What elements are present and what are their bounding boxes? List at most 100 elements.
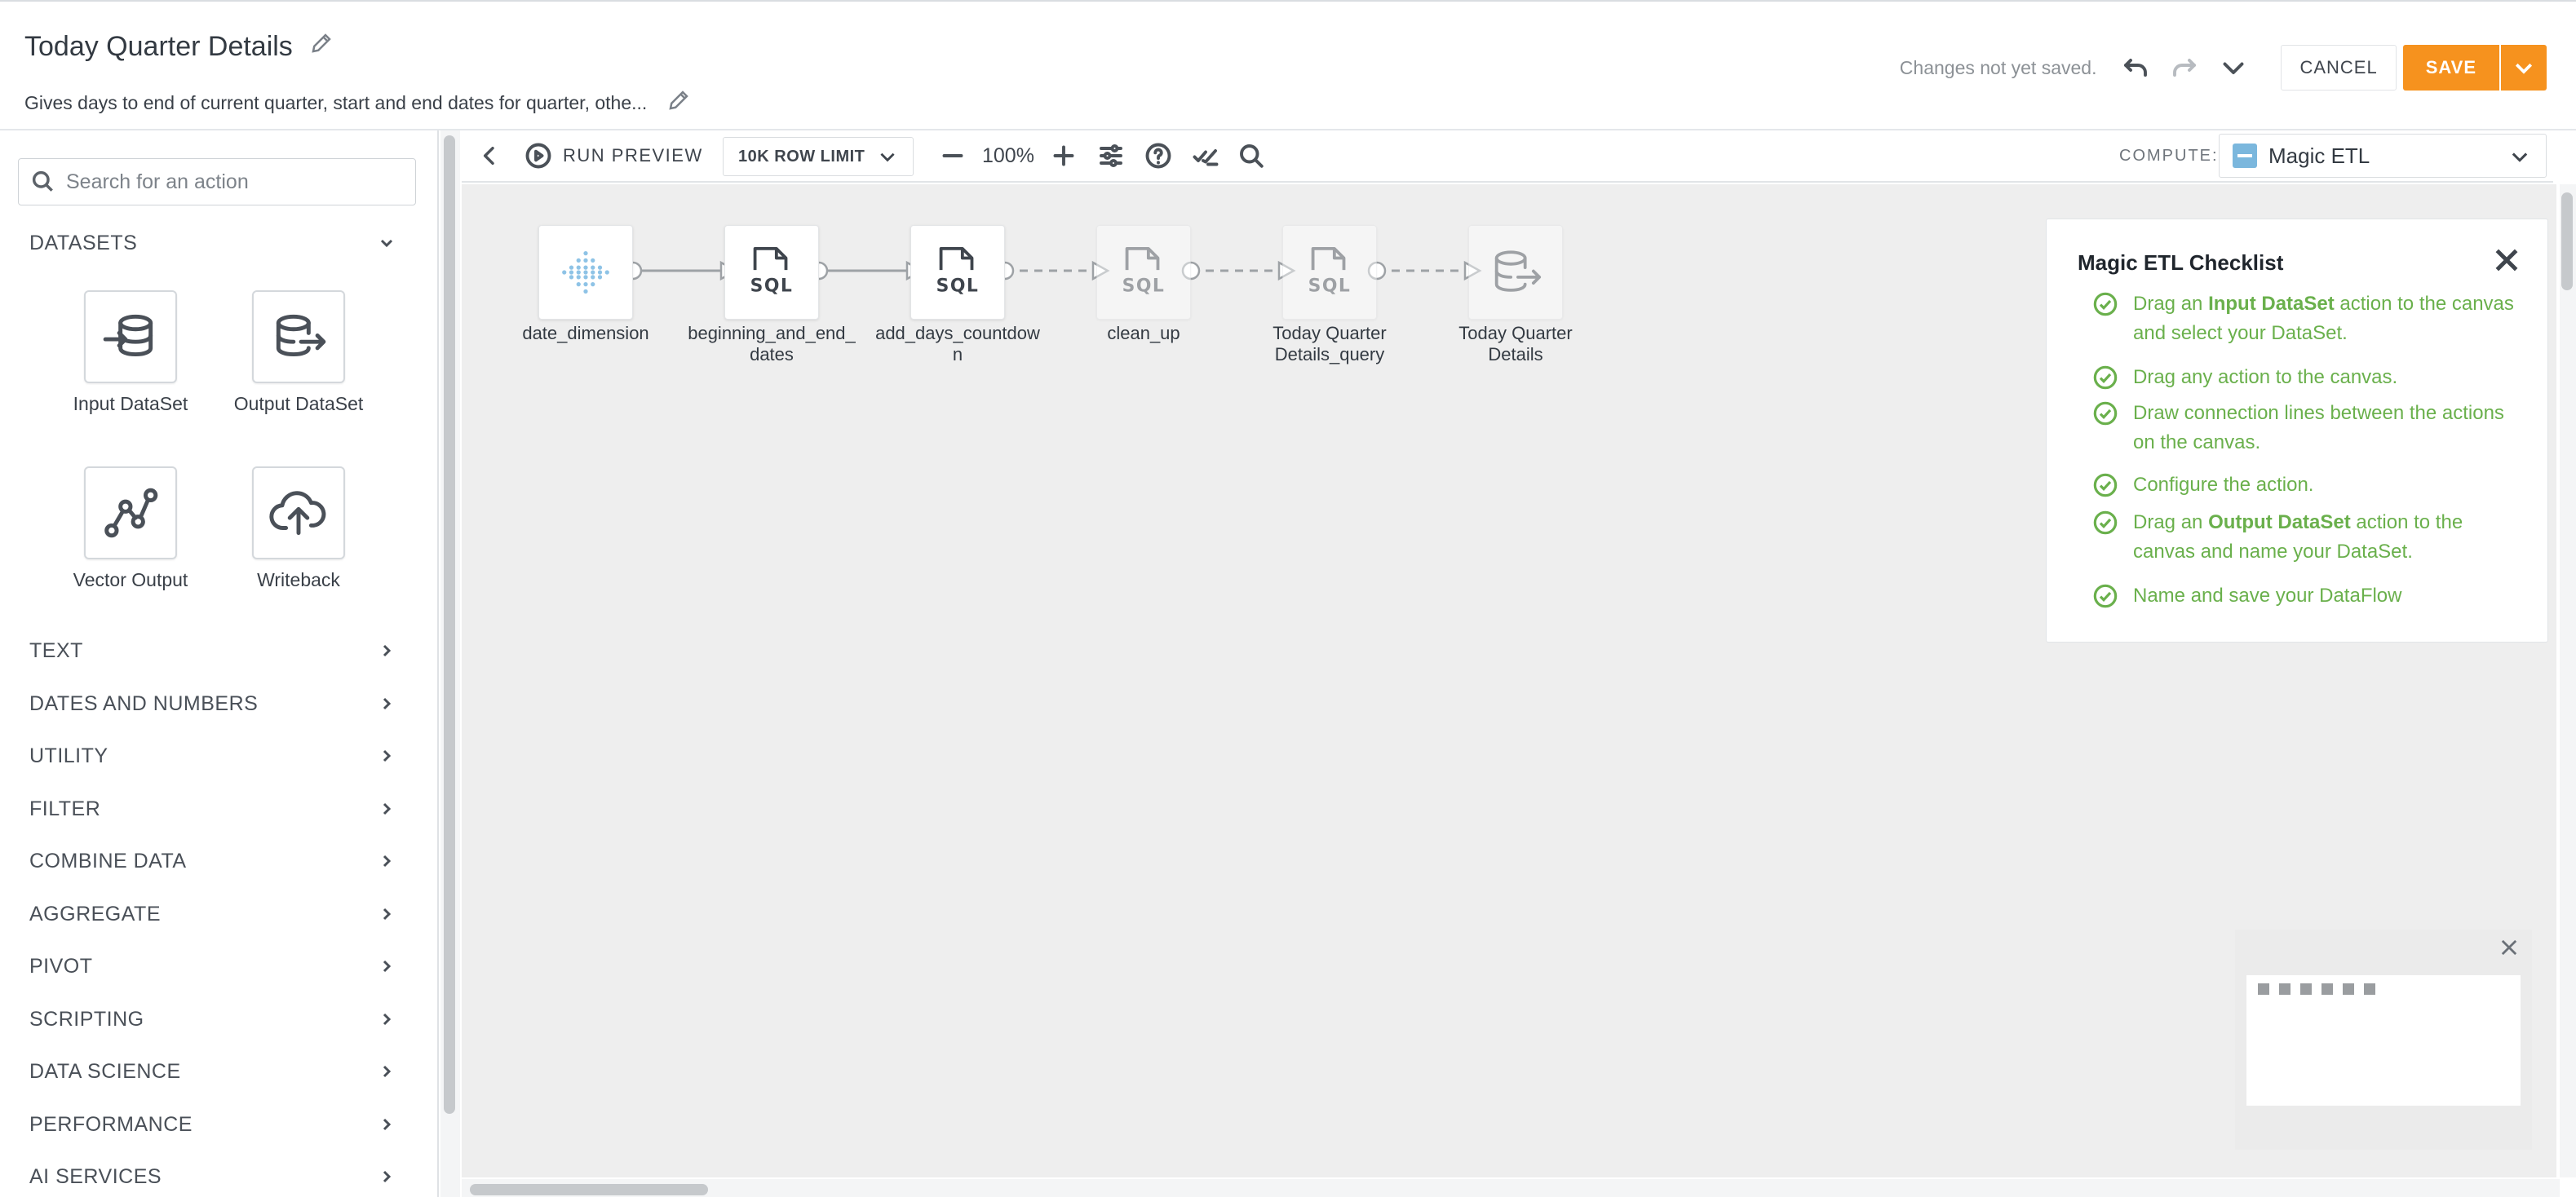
close-minimap-icon[interactable] bbox=[2498, 936, 2521, 959]
category-datasets[interactable]: DATASETS bbox=[29, 223, 396, 263]
checklist-item: Draw connection lines between the action… bbox=[2092, 399, 2516, 457]
category-pivot[interactable]: PIVOT bbox=[29, 946, 396, 987]
category-combine-data[interactable]: COMBINE DATA bbox=[29, 841, 396, 881]
canvas-vertical-scrollbar-thumb[interactable] bbox=[2561, 192, 2573, 290]
category-ai-services[interactable]: AI SERVICES bbox=[29, 1156, 396, 1197]
compute-label-text: COMPUTE: bbox=[2119, 146, 2219, 165]
tile-writeback[interactable]: Writeback bbox=[217, 466, 380, 591]
edit-title-pencil-icon[interactable] bbox=[309, 31, 334, 63]
canvas-horizontal-scrollbar-thumb[interactable] bbox=[470, 1184, 708, 1195]
validate-checklist-icon[interactable] bbox=[1191, 130, 1220, 181]
checklist-item-text-part: Drag an bbox=[2133, 293, 2209, 315]
node-date-dimension[interactable] bbox=[538, 225, 633, 320]
tile-vector-output-label: Vector Output bbox=[73, 569, 188, 590]
category-dates-and-numbers[interactable]: DATES AND NUMBERS bbox=[29, 683, 396, 724]
check-circle-icon bbox=[2093, 473, 2118, 497]
help-question-icon[interactable] bbox=[1144, 130, 1173, 181]
tile-output-dataset-label: Output DataSet bbox=[233, 393, 364, 414]
check-circle-icon bbox=[2093, 401, 2118, 426]
play-circle-icon bbox=[525, 143, 551, 169]
action-search[interactable] bbox=[18, 158, 416, 205]
chevron-right-icon bbox=[383, 960, 392, 973]
tile-writeback-box[interactable] bbox=[252, 466, 345, 559]
category-scripting[interactable]: SCRIPTING bbox=[29, 999, 396, 1040]
category-label: DATA SCIENCE bbox=[29, 1059, 181, 1083]
chevron-right-icon bbox=[383, 644, 392, 657]
tile-output-dataset-box[interactable] bbox=[252, 290, 345, 383]
category-filter[interactable]: FILTER bbox=[29, 788, 396, 829]
chevron-right-icon bbox=[383, 749, 392, 762]
compute-engine-select[interactable]: Magic ETL bbox=[2219, 134, 2547, 178]
canvas-horizontal-scrollbar-track[interactable] bbox=[462, 1179, 2560, 1197]
svg-text:SQL: SQL bbox=[750, 276, 794, 296]
close-checklist-icon[interactable] bbox=[2490, 244, 2523, 276]
category-label: AI SERVICES bbox=[29, 1164, 162, 1188]
compute-engine-value: Magic ETL bbox=[2268, 143, 2370, 168]
collapse-sidebar-chevron-left-icon[interactable] bbox=[476, 130, 502, 181]
run-preview-label: RUN PREVIEW bbox=[563, 145, 703, 166]
category-text[interactable]: TEXT bbox=[29, 630, 396, 671]
category-label: PERFORMANCE bbox=[29, 1112, 193, 1136]
run-preview-button[interactable]: RUN PREVIEW bbox=[524, 130, 703, 181]
input-dataset-dots-icon bbox=[562, 251, 609, 294]
category-datasets-label: DATASETS bbox=[29, 231, 138, 254]
dataflow-description-text: Gives days to end of current quarter, st… bbox=[24, 91, 648, 113]
dataset-action-tiles: Input DataSet Output DataSet Vector Outp… bbox=[49, 290, 392, 633]
checklist-item-text-part: Drag an bbox=[2133, 511, 2209, 533]
category-performance[interactable]: PERFORMANCE bbox=[29, 1104, 396, 1145]
header-actions: Changes not yet saved. CANCEL SAVE bbox=[1900, 44, 2547, 91]
edit-description-pencil-icon[interactable] bbox=[666, 88, 691, 117]
tile-input-dataset-label: Input DataSet bbox=[73, 393, 188, 414]
minimap-node bbox=[2279, 983, 2291, 995]
canvas-vertical-scrollbar-track[interactable] bbox=[2560, 184, 2576, 1177]
node-today-quarter-details-output-label: Today Quarter Details bbox=[1458, 323, 1573, 364]
tile-writeback-label: Writeback bbox=[257, 569, 340, 590]
cloud-upload-icon bbox=[269, 491, 326, 536]
node-today-quarter-details-query-label: Today Quarter Details_query bbox=[1273, 323, 1387, 364]
save-options-chevron-down-icon[interactable] bbox=[2499, 45, 2547, 91]
check-circle-icon bbox=[2093, 365, 2118, 390]
svg-text:SQL: SQL bbox=[936, 276, 980, 296]
row-limit-select[interactable]: 10K ROW LIMIT bbox=[723, 137, 914, 176]
checklist-item-text: Name and save your DataFlow bbox=[2133, 581, 2401, 611]
sql-file-icon: SQL bbox=[1122, 246, 1164, 296]
category-label: TEXT bbox=[29, 638, 83, 662]
chevron-right-icon bbox=[383, 1065, 392, 1078]
node-today-quarter-details-output[interactable] bbox=[1468, 225, 1563, 320]
search-canvas-icon[interactable] bbox=[1237, 130, 1266, 181]
node-add-days-countdown-label: add_days_countdown bbox=[875, 323, 1040, 364]
save-button[interactable]: SAVE bbox=[2402, 45, 2499, 91]
dataflow-title-text: Today Quarter Details bbox=[24, 31, 293, 62]
tile-output-dataset[interactable]: Output DataSet bbox=[217, 290, 380, 415]
cancel-button[interactable]: CANCEL bbox=[2281, 45, 2397, 91]
tile-input-dataset-box[interactable] bbox=[84, 290, 177, 383]
zoom-out-minus-icon[interactable] bbox=[938, 130, 967, 181]
tile-vector-output-box[interactable] bbox=[84, 466, 177, 559]
category-label: COMBINE DATA bbox=[29, 849, 187, 872]
history-chevron-down-icon[interactable] bbox=[2215, 50, 2251, 86]
settings-sliders-icon[interactable] bbox=[1096, 130, 1126, 181]
node-beginning-and-end-dates[interactable]: SQL bbox=[724, 225, 819, 320]
page-header: Today Quarter Details Gives days to end … bbox=[0, 0, 2576, 129]
action-search-input[interactable] bbox=[66, 170, 409, 194]
category-aggregate[interactable]: AGGREGATE bbox=[29, 894, 396, 934]
sidebar-scrollbar-thumb[interactable] bbox=[444, 135, 455, 1114]
tile-input-dataset[interactable]: Input DataSet bbox=[49, 290, 212, 415]
check-circle-icon bbox=[2093, 292, 2118, 316]
output-dataset-icon bbox=[1494, 250, 1542, 292]
undo-icon[interactable] bbox=[2118, 50, 2153, 86]
node-today-quarter-details-query[interactable]: SQL bbox=[1282, 225, 1377, 320]
minimap-viewport[interactable] bbox=[2246, 975, 2521, 1106]
zoom-in-plus-icon[interactable] bbox=[1049, 130, 1078, 181]
node-add-days-countdown[interactable]: SQL bbox=[910, 225, 1005, 320]
checklist-item: Drag an Output DataSet action to the can… bbox=[2092, 508, 2516, 567]
minimap-node bbox=[2258, 983, 2269, 995]
category-utility[interactable]: UTILITY bbox=[29, 735, 396, 776]
minimap-node bbox=[2364, 983, 2375, 995]
chevron-down-icon bbox=[2512, 152, 2528, 162]
node-clean-up[interactable]: SQL bbox=[1096, 225, 1191, 320]
tile-vector-output[interactable]: Vector Output bbox=[49, 466, 212, 591]
canvas-minimap[interactable] bbox=[2235, 930, 2532, 1150]
redo-icon[interactable] bbox=[2167, 50, 2202, 86]
category-data-science[interactable]: DATA SCIENCE bbox=[29, 1051, 396, 1092]
